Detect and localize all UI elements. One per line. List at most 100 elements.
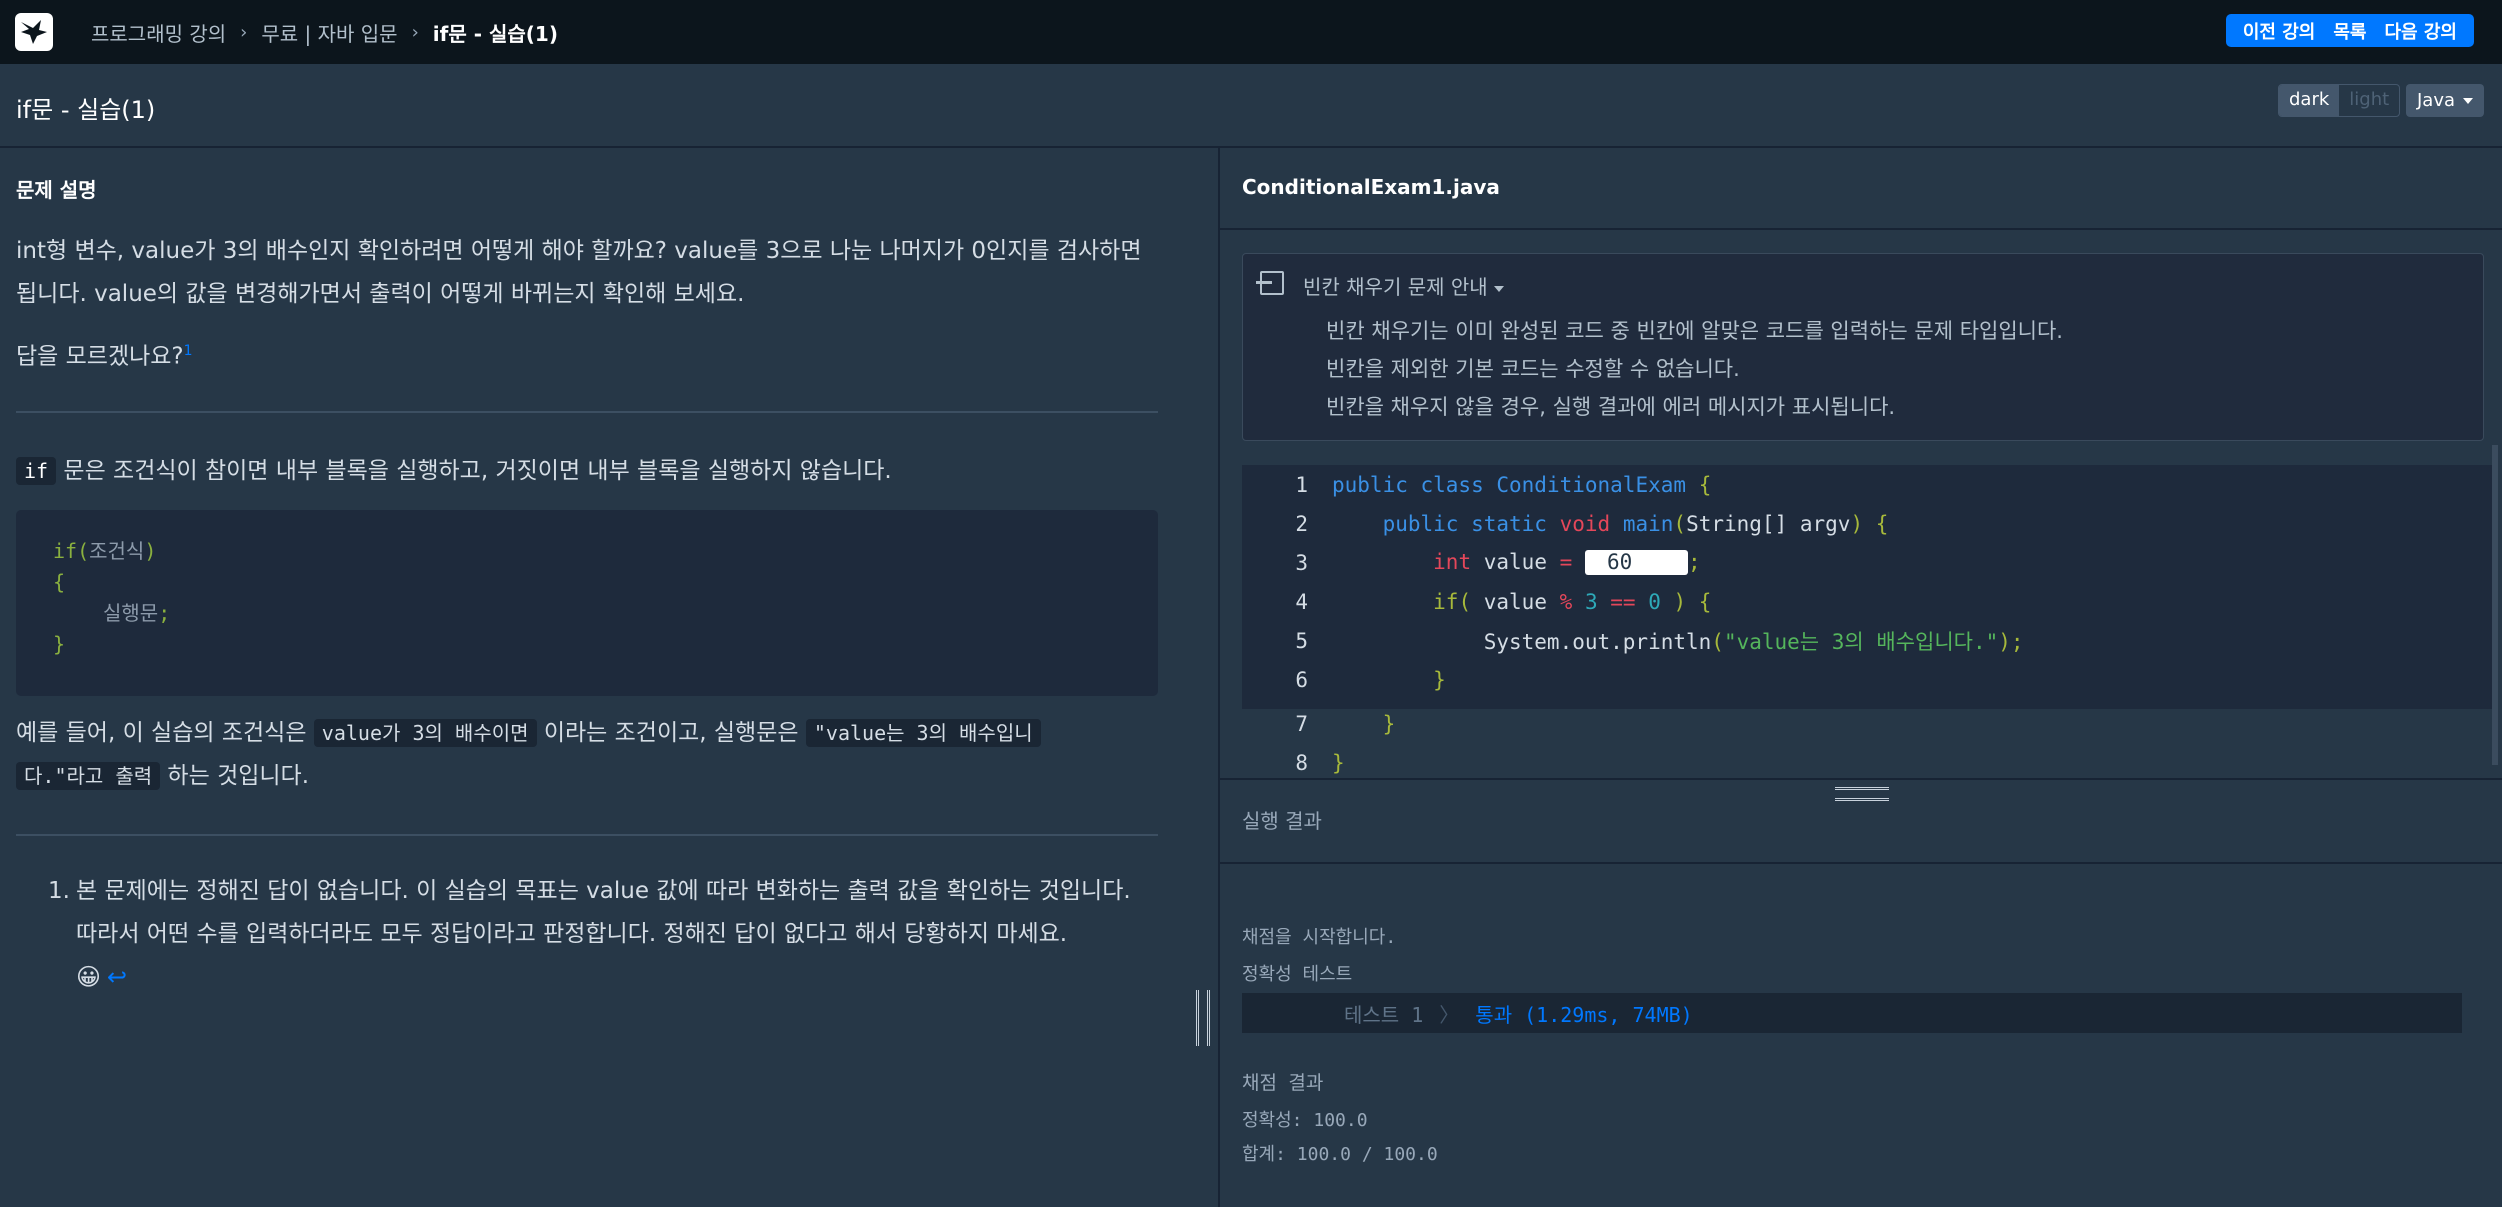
problem-description-panel: 문제 설명 int형 변수, value가 3의 배수인지 확인하려면 어떻게 …	[0, 150, 1218, 1207]
theme-dark-button[interactable]: dark	[2279, 85, 2340, 116]
hint-text: 답을 모르겠나요?	[16, 343, 184, 370]
line-number: 7	[1295, 711, 1308, 736]
code-token: ==	[1610, 589, 1636, 614]
inline-code-statement: "value는 3의 배수입니	[805, 719, 1041, 747]
total-score: 합계: 100.0 / 100.0	[1242, 1144, 1438, 1165]
inline-code-statement-cont: 다."라고 출력	[16, 762, 161, 790]
next-lecture-button[interactable]: 다음 강의	[2375, 18, 2466, 44]
line-number: 4	[1295, 589, 1308, 614]
language-select-value: Java	[2417, 90, 2456, 111]
caret-down-icon	[2463, 97, 2474, 104]
caret-down-icon	[1493, 285, 1504, 292]
code-token: String[] argv	[1686, 511, 1851, 536]
code-token: value	[1483, 549, 1547, 574]
breadcrumb-item-course[interactable]: 무료 | 자바 입문	[261, 18, 397, 47]
enter-icon	[1256, 271, 1284, 295]
code-token: public static	[1382, 511, 1547, 536]
code-token: int	[1433, 549, 1472, 574]
code-statement: 실행문	[103, 601, 159, 625]
result-heading: 실행 결과	[1242, 809, 1322, 833]
fill-blank-guide-box: 빈칸 채우기 문제 안내 빈칸 채우기는 이미 완성된 코드 중 빈칸에 알맞은…	[1242, 253, 2484, 441]
chevron-right-icon: 〉	[1439, 1002, 1460, 1027]
footnote-item: 본 문제에는 정해진 답이 없습니다. 이 실습의 목표는 value 값에 따…	[76, 870, 1150, 1000]
code-close-brace: }	[53, 632, 66, 656]
grinning-face-emoji-icon: 😀	[76, 963, 102, 991]
code-open-brace: {	[53, 570, 66, 594]
blank-input[interactable]: 60	[1584, 550, 1688, 576]
programmers-logo-icon[interactable]	[15, 13, 53, 51]
line-number: 5	[1295, 628, 1308, 653]
code-token: {	[1875, 511, 1889, 536]
code-token: ;	[1687, 549, 1701, 574]
guide-toggle[interactable]: 빈칸 채우기 문제 안내	[1303, 271, 1504, 300]
chevron-right-icon: ›	[240, 21, 248, 43]
guide-line: 빈칸을 제외한 기본 코드는 수정할 수 없습니다.	[1326, 357, 1740, 381]
line-number: 6	[1295, 667, 1308, 692]
divider	[16, 834, 1158, 836]
code-token: }	[1433, 667, 1446, 692]
code-token: void	[1559, 511, 1611, 536]
guide-title-text: 빈칸 채우기 문제 안내	[1303, 275, 1488, 299]
code-token: public class	[1332, 472, 1484, 497]
code-token: );	[1998, 629, 2024, 654]
language-select[interactable]: Java	[2406, 84, 2484, 117]
test-case-label: 테스트 1	[1344, 1002, 1424, 1027]
vertical-resize-handle[interactable]	[1196, 990, 1210, 1046]
breadcrumb-item-lectures[interactable]: 프로그래밍 강의	[91, 18, 226, 47]
hint-paragraph: 답을 모르겠나요?1	[16, 330, 193, 379]
accuracy-test-label: 정확성 테스트	[1242, 964, 1353, 985]
code-editor[interactable]: 1 public class ConditionalExam { 2 publi…	[1242, 465, 2494, 709]
inline-code-if: if	[16, 457, 57, 485]
footnote-number: 1.	[48, 878, 70, 904]
lecture-list-button[interactable]: 목록	[2324, 18, 2375, 44]
editor-scrollbar[interactable]	[2492, 445, 2498, 765]
footnote-link[interactable]: 1	[184, 343, 193, 359]
divider	[1220, 228, 2502, 230]
example-text: 예를 들어, 이 실습의 조건식은	[16, 720, 314, 746]
line-number: 2	[1295, 511, 1308, 536]
example-text: 하는 것입니다.	[160, 763, 310, 789]
footnote-back-link-icon[interactable]: ↩	[107, 963, 127, 991]
code-token: %	[1559, 589, 1573, 614]
code-token: value	[1483, 589, 1547, 614]
if-explanation-text: 문은 조건식이 참이면 내부 블록을 실행하고, 거짓이면 내부 블록을 실행하…	[56, 458, 892, 484]
lecture-nav-buttons: 이전 강의 목록 다음 강의	[2225, 14, 2474, 47]
code-token: }	[1382, 711, 1396, 736]
guide-line: 빈칸 채우기는 이미 완성된 코드 중 빈칸에 알맞은 코드를 입력하는 문제 …	[1326, 319, 2063, 343]
description-paragraph: int형 변수, value가 3의 배수인지 확인하려면 어떻게 해야 할까요…	[16, 238, 1142, 307]
code-token: ConditionalExam	[1496, 472, 1687, 497]
description-heading: 문제 설명	[16, 178, 97, 202]
horizontal-resize-handle[interactable]	[1835, 787, 1889, 801]
code-paren-close: )	[144, 539, 157, 563]
accuracy-score: 정확성: 100.0	[1242, 1110, 1368, 1131]
breadcrumb: 프로그래밍 강의 › 무료 | 자바 입문 › if문 - 실습(1)	[91, 18, 558, 47]
file-name-tab[interactable]: ConditionalExam1.java	[1242, 175, 1500, 199]
syntax-code-block: if(조건식) { 실행문; }	[16, 510, 1158, 696]
theme-light-button[interactable]: light	[2339, 85, 2399, 116]
code-condition: 조건식	[89, 539, 145, 563]
lesson-title-bar: if문 - 실습(1) dark light Java	[0, 64, 2502, 148]
grading-summary-heading: 채점 결과	[1242, 1072, 1324, 1094]
code-token: "value는 3의 배수입니다."	[1723, 629, 1999, 654]
prev-lecture-button[interactable]: 이전 강의	[2234, 18, 2325, 44]
breadcrumb-current: if문 - 실습(1)	[432, 21, 558, 46]
code-token: {	[1698, 472, 1712, 497]
code-token: System.out.println	[1483, 629, 1712, 654]
test-result-row: 테스트 1 〉 통과 (1.29ms, 74MB)	[1242, 993, 2462, 1033]
divider	[16, 411, 1158, 413]
guide-text: 빈칸 채우기는 이미 완성된 코드 중 빈칸에 알맞은 코드를 입력하는 문제 …	[1326, 312, 2063, 426]
example-text: 이라는 조건이고, 실행문은	[536, 720, 806, 746]
code-token: (	[1673, 511, 1687, 536]
guide-line: 빈칸을 채우지 않을 경우, 실행 결과에 에러 메시지가 표시됩니다.	[1326, 395, 1896, 419]
if-explanation-paragraph: if 문은 조건식이 참이면 내부 블록을 실행하고, 거짓이면 내부 블록을 …	[16, 450, 892, 493]
page-title: if문 - 실습(1)	[16, 96, 156, 124]
code-editor-panel: ConditionalExam1.java 빈칸 채우기 문제 안내 빈칸 채우…	[1220, 150, 2502, 1207]
code-token: main	[1622, 511, 1674, 536]
code-token: 3	[1584, 589, 1598, 614]
code-token: ) {	[1673, 589, 1712, 614]
code-token: if(	[1433, 589, 1472, 614]
line-number: 1	[1295, 472, 1308, 497]
inline-code-condition: value가 3의 배수이면	[313, 719, 537, 747]
code-token: )	[1850, 511, 1864, 536]
footnote-list: 1. 본 문제에는 정해진 답이 없습니다. 이 실습의 목표는 value 값…	[48, 870, 1150, 1000]
